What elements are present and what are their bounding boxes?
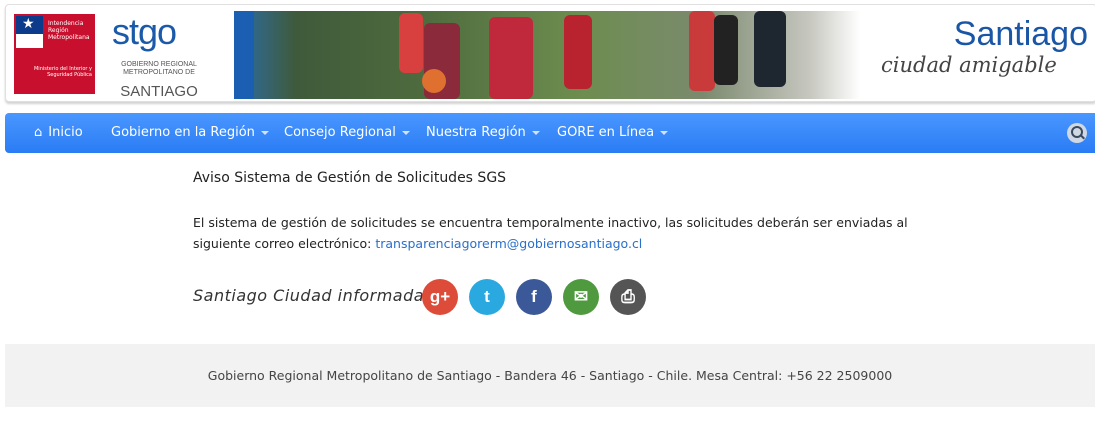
google-plus-icon[interactable]: g+ [422,279,458,315]
banner-figure [564,15,592,89]
nav-item-nuestra-region[interactable]: Nuestra Región [426,113,540,153]
nav-label: Gobierno en la Región [111,125,255,140]
twitter-icon[interactable]: t [469,279,505,315]
nav-label: GORE en Línea [557,125,655,140]
share-label: Santiago Ciudad informada [193,286,425,305]
soccer-ball [422,69,446,93]
nav-item-gore-en-linea[interactable]: GORE en Línea [557,113,669,153]
google-plus-glyph: g+ [429,287,451,306]
stgo-santiago: SANTIAGO [120,83,198,100]
site-footer: Gobierno Regional Metropolitano de Santi… [5,344,1095,407]
print-icon[interactable]: ⎙ [610,279,646,315]
banner-figure [399,13,423,73]
banner-stripe [234,11,254,99]
gov-logo-text-top: Intendencia Región Metropolitana [48,20,90,41]
banner-figure [489,17,533,99]
nav-item-inicio[interactable]: ⌂ Inicio [34,113,83,153]
caret-down-icon [531,130,540,135]
stgo-wordmark: stgo [112,11,177,52]
gov-logo-text-bottom: Ministerio del Interior y Seguridad Públ… [33,66,92,78]
stgo-subtitle: GOBIERNO REGIONAL METROPOLITANO DE [121,61,197,76]
page-title: Aviso Sistema de Gestión de Solicitudes … [193,170,507,186]
footer-text: Gobierno Regional Metropolitano de Santi… [207,368,893,383]
search-icon[interactable] [1067,123,1087,143]
caret-down-icon [260,130,269,135]
notice-paragraph: El sistema de gestión de solicitudes se … [193,212,933,254]
brand-subtitle: ciudad amigable [881,53,1057,77]
email-link[interactable]: transparenciagorerm@gobiernosantiago.cl [375,236,642,251]
intendencia-logo[interactable]: ★ Intendencia Región Metropolitana Minis… [14,14,95,94]
email-icon[interactable]: ✉ [563,279,599,315]
facebook-glyph: f [531,287,537,306]
nav-item-gobierno-en-la-region[interactable]: Gobierno en la Región [111,113,269,153]
banner-figure [689,11,715,91]
header-banner-photo [234,11,860,99]
brand-block: Santiago ciudad amigable [876,5,1095,101]
flag-star-icon: ★ [22,16,35,32]
nav-label: Nuestra Región [426,125,526,140]
banner-figure [714,15,738,85]
caret-down-icon [660,130,669,135]
caret-down-icon [401,130,410,135]
flag-white-field [16,34,43,48]
home-icon: ⌂ [34,125,43,140]
email-glyph: ✉ [573,287,589,306]
nav-item-consejo-regional[interactable]: Consejo Regional [284,113,410,153]
site-header: ★ Intendencia Región Metropolitana Minis… [5,4,1095,102]
print-glyph: ⎙ [621,287,635,306]
nav-label: Consejo Regional [284,125,396,140]
facebook-icon[interactable]: f [516,279,552,315]
brand-title: Santiago [953,15,1088,53]
banner-figure [754,11,786,87]
twitter-glyph: t [484,287,490,306]
stgo-logo[interactable]: stgo GOBIERNO REGIONAL METROPOLITANO DE … [106,11,216,100]
nav-label: Inicio [48,125,83,140]
main-navbar: ⌂ Inicio Gobierno en la Región Consejo Re… [5,113,1095,153]
